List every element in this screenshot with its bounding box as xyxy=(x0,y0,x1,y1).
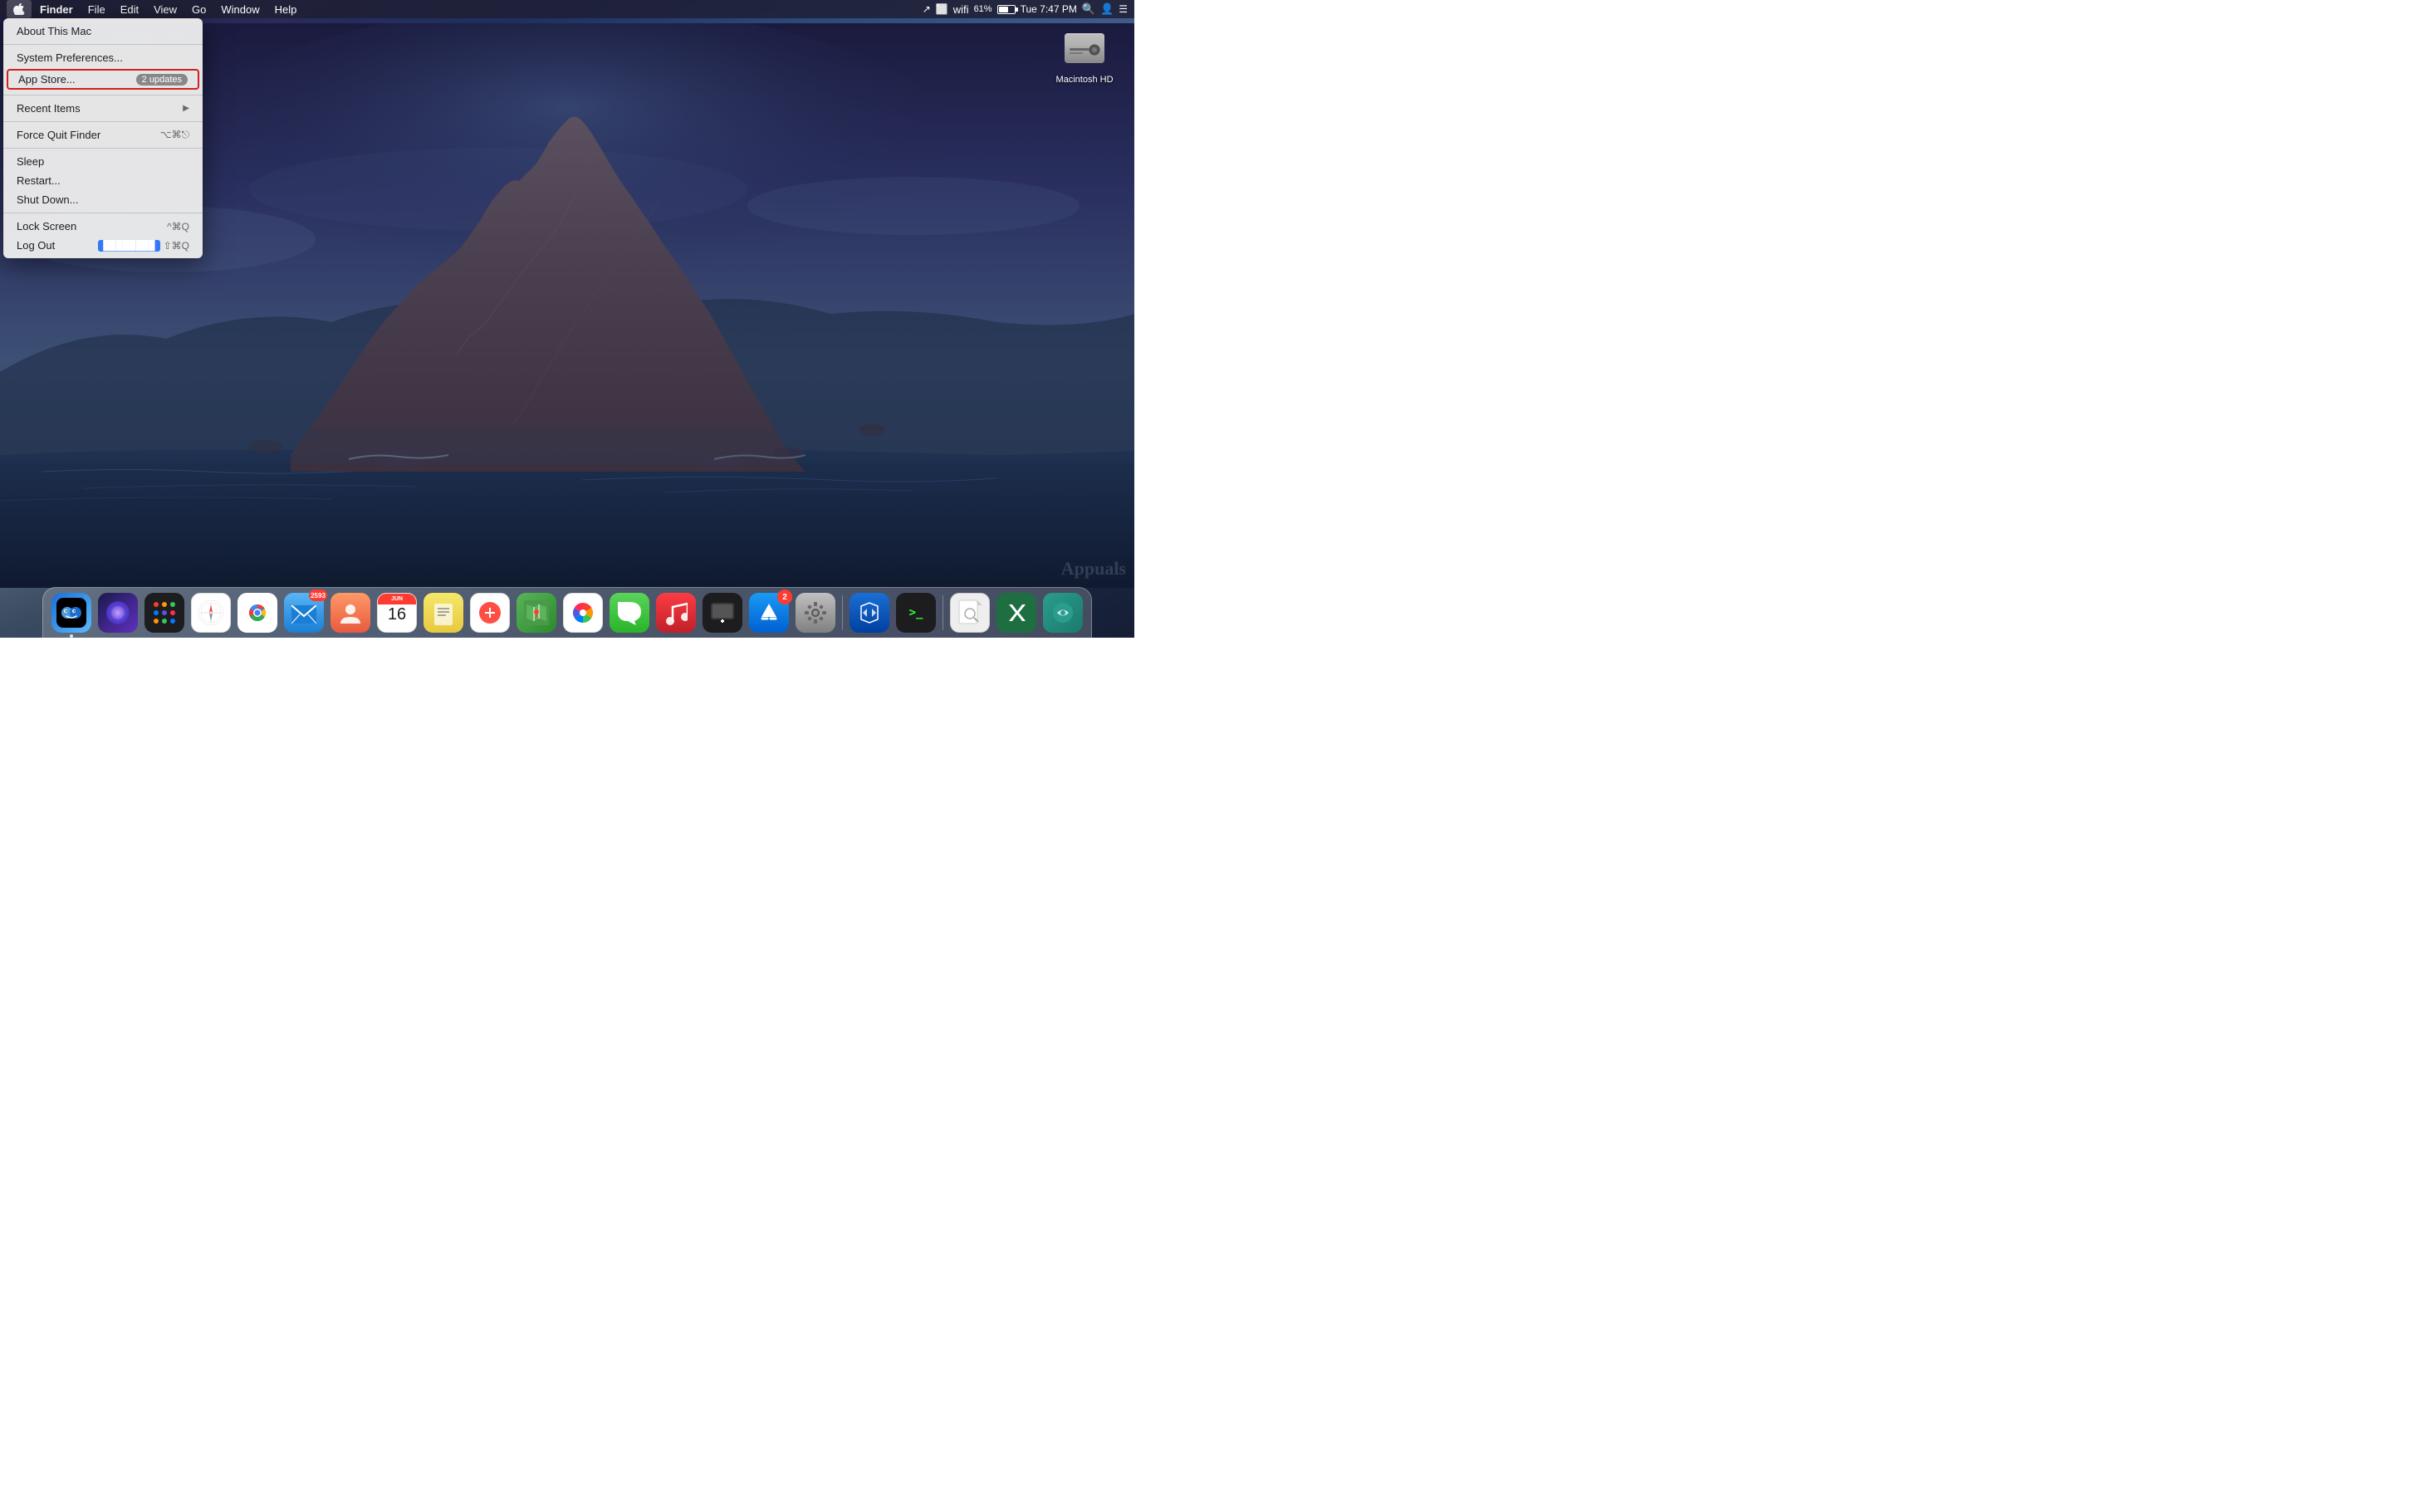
watermark: Appuals xyxy=(1061,558,1126,580)
monitor-icon: ⬜ xyxy=(936,3,948,15)
menu-log-out[interactable]: Log Out ████████ ⇧⌘Q xyxy=(3,236,203,255)
finder-dot xyxy=(70,634,73,638)
apple-menu-dropdown: About This Mac System Preferences... App… xyxy=(3,18,203,258)
datetime[interactable]: Tue 7:47 PM xyxy=(1021,3,1077,15)
dock-preview[interactable] xyxy=(948,591,992,634)
location-icon: ↗ xyxy=(923,3,931,15)
menu-recent-items[interactable]: Recent Items ▶ xyxy=(3,99,203,118)
menu-shutdown[interactable]: Shut Down... xyxy=(3,190,203,209)
log-out-shortcut: ⇧⌘Q xyxy=(164,240,189,252)
app-store-badge: 2 updates xyxy=(136,74,188,86)
menubar-help[interactable]: Help xyxy=(268,0,304,18)
dock-xcode[interactable] xyxy=(848,591,891,634)
dock-terminal[interactable]: >_ xyxy=(894,591,938,634)
apple-menu-button[interactable] xyxy=(7,0,32,18)
menu-separator-3 xyxy=(3,121,203,122)
dock-appcleaner[interactable] xyxy=(1041,591,1085,634)
menubar-left: Finder File Edit View Go Window Help xyxy=(7,0,303,18)
logout-username-highlight: ████████ xyxy=(98,240,159,252)
force-quit-shortcut: ⌥⌘⎋ xyxy=(160,129,189,141)
menubar-go[interactable]: Go xyxy=(185,0,213,18)
appstore-badge: 2 xyxy=(777,590,792,604)
dock-appstore[interactable]: 2 xyxy=(747,591,791,634)
menu-sleep[interactable]: Sleep xyxy=(3,152,203,171)
macintosh-hd-icon[interactable]: Macintosh HD xyxy=(1051,25,1118,85)
lock-screen-shortcut: ^⌘Q xyxy=(167,221,189,232)
wifi-icon: wifi xyxy=(953,3,969,16)
dock-launchpad[interactable] xyxy=(143,591,186,634)
menubar-edit[interactable]: Edit xyxy=(114,0,145,18)
dock-calendar[interactable]: JUN 16 xyxy=(375,591,419,634)
menu-lock-screen[interactable]: Lock Screen ^⌘Q xyxy=(3,217,203,236)
dock-messages[interactable] xyxy=(608,591,651,634)
dock-finder[interactable] xyxy=(50,591,93,634)
dock-separator xyxy=(842,595,843,630)
dock-siri[interactable] xyxy=(96,591,140,634)
dock-safari[interactable] xyxy=(189,591,233,634)
battery-icon xyxy=(997,5,1016,14)
battery-level: 61% xyxy=(974,4,992,14)
macintosh-hd-label: Macintosh HD xyxy=(1055,75,1113,85)
dock-contacts[interactable] xyxy=(329,591,372,634)
menu-app-store[interactable]: App Store... 2 updates xyxy=(7,69,199,90)
submenu-arrow: ▶ xyxy=(183,104,189,113)
dock: 2593 JUN 16 xyxy=(42,587,1092,638)
search-icon[interactable]: 🔍 xyxy=(1082,2,1095,16)
user-icon[interactable]: 👤 xyxy=(1100,2,1114,16)
menu-force-quit[interactable]: Force Quit Finder ⌥⌘⎋ xyxy=(3,125,203,144)
menu-separator-1 xyxy=(3,44,203,45)
menu-restart[interactable]: Restart... xyxy=(3,171,203,190)
menubar-view[interactable]: View xyxy=(147,0,184,18)
dock-reminders[interactable] xyxy=(468,591,512,634)
menubar-right: ↗ ⬜ wifi 61% Tue 7:47 PM 🔍 👤 ☰ xyxy=(923,2,1128,16)
macintosh-hd-image xyxy=(1061,25,1108,71)
dock-music[interactable] xyxy=(654,591,698,634)
menu-separator-4 xyxy=(3,148,203,149)
dock-system-preferences[interactable] xyxy=(794,591,837,634)
dock-maps[interactable] xyxy=(515,591,558,634)
menu-about-this-mac[interactable]: About This Mac xyxy=(3,22,203,41)
menubar-finder[interactable]: Finder xyxy=(33,0,80,18)
dock-mail[interactable]: 2593 xyxy=(282,591,326,634)
mail-badge: 2593 xyxy=(309,590,327,601)
dock-photos[interactable] xyxy=(561,591,605,634)
dock-notes[interactable] xyxy=(422,591,465,634)
menubar-file[interactable]: File xyxy=(81,0,112,18)
dock-excel[interactable] xyxy=(995,591,1038,634)
menubar: Finder File Edit View Go Window Help ↗ ⬜… xyxy=(0,0,1134,18)
dock-tv[interactable] xyxy=(701,591,744,634)
dock-chrome[interactable] xyxy=(236,591,279,634)
menu-system-preferences[interactable]: System Preferences... xyxy=(3,48,203,67)
menubar-window[interactable]: Window xyxy=(214,0,266,18)
control-center-icon[interactable]: ☰ xyxy=(1119,3,1128,15)
